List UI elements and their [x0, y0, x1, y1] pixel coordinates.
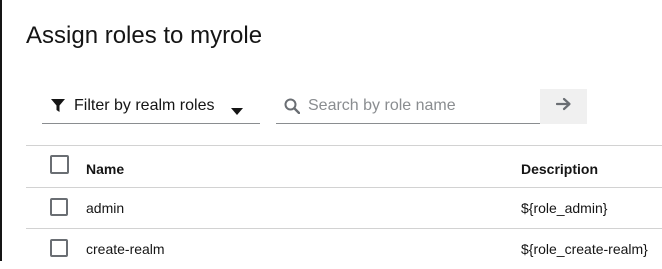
search-box — [276, 89, 540, 124]
page-title: Assign roles to myrole — [26, 22, 263, 49]
roles-table: Name Description admin ${role_admin} cre… — [26, 145, 662, 269]
column-header-name[interactable]: Name — [86, 161, 124, 177]
filter-dropdown-label: Filter by realm roles — [74, 97, 215, 114]
caret-down-icon — [231, 103, 243, 115]
search-input[interactable] — [308, 97, 528, 115]
table-header-row: Name Description — [26, 145, 662, 187]
arrow-right-icon — [555, 97, 572, 116]
search-icon — [284, 98, 300, 114]
select-all-checkbox[interactable] — [50, 155, 69, 174]
role-description: ${role_create-realm} — [521, 241, 648, 257]
filter-icon — [51, 99, 65, 113]
table-row: admin ${role_admin} — [26, 187, 662, 228]
role-name: admin — [86, 200, 125, 216]
table-row: create-realm ${role_create-realm} — [26, 228, 662, 269]
column-header-description: Description — [521, 161, 599, 177]
left-edge-border — [0, 0, 2, 261]
filter-dropdown[interactable]: Filter by realm roles — [42, 89, 260, 124]
role-name: create-realm — [86, 241, 165, 257]
row-checkbox[interactable] — [50, 239, 68, 257]
role-description: ${role_admin} — [521, 200, 608, 216]
row-checkbox[interactable] — [50, 198, 68, 216]
search-submit-button[interactable] — [540, 89, 587, 124]
